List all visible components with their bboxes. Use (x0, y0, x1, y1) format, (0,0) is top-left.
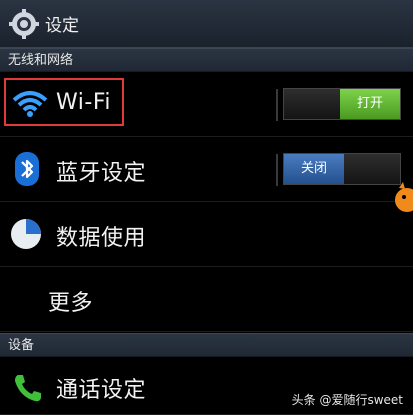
watermark-text: 头条 @爱随行sweet (291, 393, 403, 407)
section-header-device: 设备 (0, 333, 413, 357)
more-label: 更多 (48, 291, 94, 316)
phone-icon (15, 375, 41, 402)
toggle-separator (276, 89, 278, 121)
watermark: 头条 @爱随行sweet (292, 391, 403, 408)
page-title: 设定 (45, 16, 79, 36)
call-settings-label: 通话设定 (56, 378, 147, 403)
bluetooth-toggle-off: 关闭 (284, 154, 344, 184)
bluetooth-label: 蓝牙设定 (56, 161, 147, 186)
bluetooth-icon (15, 152, 39, 186)
wifi-icon (12, 91, 48, 117)
title-bar: 设定 (0, 0, 413, 48)
gear-icon (9, 8, 39, 39)
wifi-setting-row[interactable]: Wi-Fi 打开 (0, 72, 413, 137)
pie-chart-icon (11, 219, 41, 249)
wifi-toggle-on: 打开 (340, 89, 400, 119)
bluetooth-toggle[interactable]: 关闭 (276, 153, 401, 186)
more-settings-row[interactable]: 更多 (0, 267, 413, 332)
wifi-label: Wi-Fi (56, 90, 111, 115)
data-usage-row[interactable]: 数据使用 (0, 202, 413, 267)
section-header-wireless: 无线和网络 (0, 48, 413, 72)
wifi-toggle[interactable]: 打开 (276, 88, 401, 121)
data-usage-label: 数据使用 (56, 226, 147, 251)
bluetooth-setting-row[interactable]: 蓝牙设定 关闭 (0, 137, 413, 202)
toggle-separator (276, 154, 278, 186)
